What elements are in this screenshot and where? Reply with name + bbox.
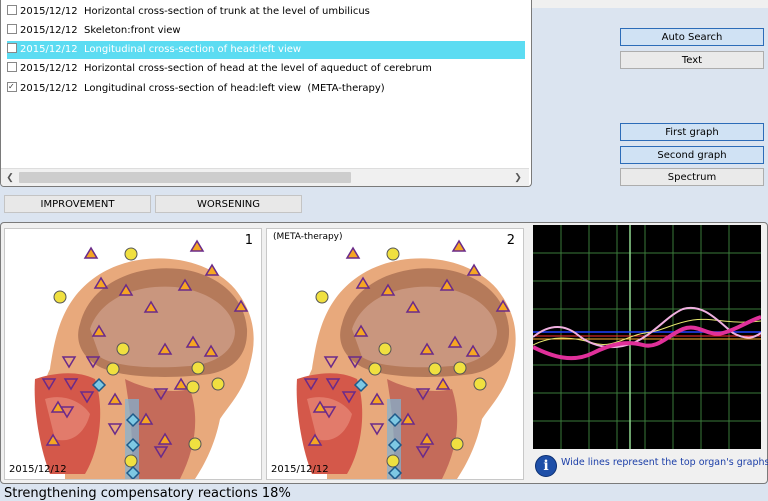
improvement-button[interactable]: IMPROVEMENT (4, 195, 151, 213)
horizontal-scrollbar[interactable]: ❮ ❯ (1, 168, 529, 186)
organ-image-panel-2[interactable]: (META-therapy) 2 2015/12/12 (266, 228, 524, 480)
panel-date: 2015/12/12 (271, 464, 329, 475)
record-list[interactable]: 2015/12/12 Horizontal cross-section of t… (0, 0, 532, 187)
row-date: 2015/12/12 (20, 25, 78, 36)
row-checkbox[interactable] (7, 62, 17, 72)
worsening-button[interactable]: WORSENING (155, 195, 302, 213)
row-checkbox[interactable] (7, 5, 17, 15)
row-checkbox[interactable]: ✓ (7, 82, 17, 92)
auto-search-button[interactable]: Auto Search (620, 28, 764, 46)
info-legend: i Wide lines represent the top organ's g… (533, 452, 768, 480)
scroll-right-icon[interactable]: ❯ (511, 171, 525, 184)
info-text: Wide lines represent the top organ's gra… (561, 457, 768, 468)
row-date: 2015/12/12 (20, 44, 78, 55)
scrollbar-thumb[interactable] (19, 172, 351, 183)
panel-tag: (META-therapy) (273, 232, 343, 242)
row-title: Skeleton:front view (84, 25, 181, 36)
list-item[interactable]: 2015/12/12 Horizontal cross-section of h… (7, 60, 525, 78)
pink-series (532, 306, 762, 349)
row-checkbox[interactable] (7, 43, 17, 53)
top-strip (530, 0, 768, 8)
list-item[interactable]: ✓ 2015/12/12 Longitudinal cross-section o… (7, 80, 525, 98)
info-icon: i (535, 455, 557, 477)
panel-number: 2 (506, 233, 515, 248)
marker-overlay (303, 239, 511, 479)
row-date: 2015/12/12 (20, 6, 78, 17)
row-title: Horizontal cross-section of trunk at the… (84, 6, 370, 17)
row-date: 2015/12/12 (20, 63, 78, 74)
row-checkbox[interactable] (7, 24, 17, 34)
row-title: Horizontal cross-section of head at the … (84, 63, 432, 74)
waveform-plot (532, 225, 762, 449)
spectrum-button[interactable]: Spectrum (620, 168, 764, 186)
row-title: Longitudinal cross-section of head:left … (84, 44, 302, 55)
list-item[interactable]: 2015/12/12 Longitudinal cross-section of… (7, 41, 525, 59)
wide-magenta-series (532, 315, 762, 361)
organ-image-panel-1[interactable]: 1 2015/12/12 (4, 228, 262, 480)
row-date: 2015/12/12 (20, 83, 78, 94)
waveform-graph[interactable] (532, 225, 762, 449)
first-graph-button[interactable]: First graph (620, 123, 764, 141)
checkmark-icon: ✓ (8, 82, 15, 91)
marker-overlay (41, 239, 249, 479)
second-graph-button[interactable]: Second graph (620, 146, 764, 164)
status-text: Strengthening compensatory reactions 18% (4, 486, 291, 501)
list-item[interactable]: 2015/12/12 Horizontal cross-section of t… (7, 3, 525, 21)
graph-grid (533, 225, 761, 449)
scroll-left-icon[interactable]: ❮ (3, 171, 17, 184)
text-button[interactable]: Text (620, 51, 764, 69)
panel-number: 1 (244, 233, 253, 248)
row-title: Longitudinal cross-section of head:left … (84, 83, 385, 94)
list-item[interactable]: 2015/12/12 Skeleton:front view (7, 22, 525, 40)
panel-date: 2015/12/12 (9, 464, 67, 475)
